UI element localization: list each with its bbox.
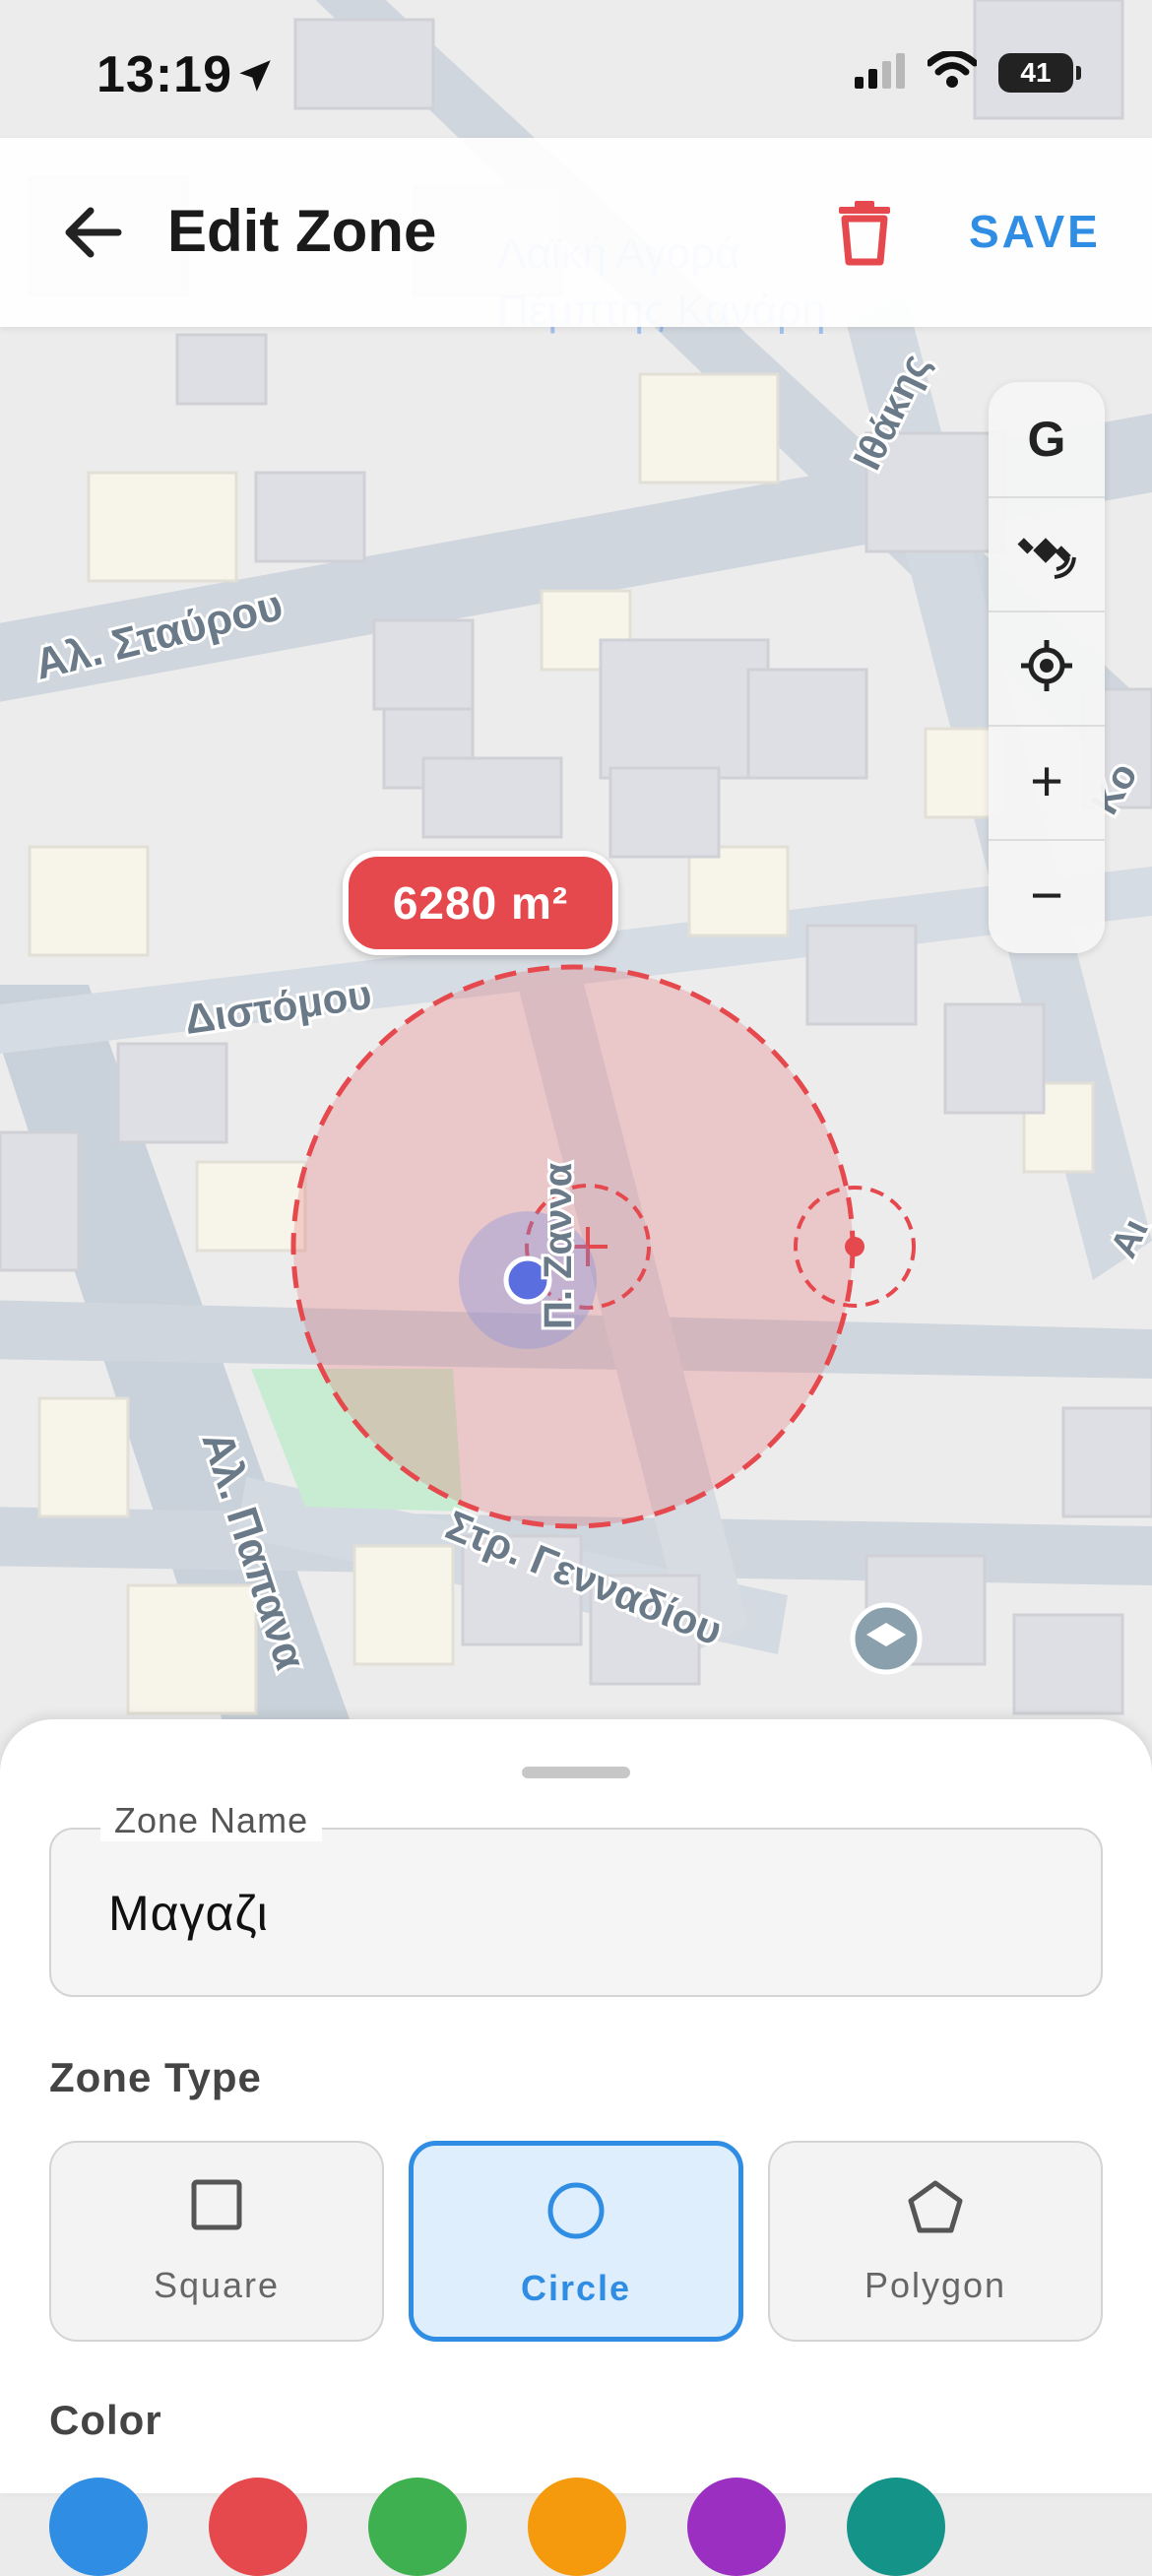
- zone-name-field[interactable]: Zone Name Μαγαζι: [49, 1800, 1103, 1997]
- cellular-icon: [855, 51, 906, 94]
- minus-icon: −: [1030, 864, 1063, 928]
- google-g-label: G: [1027, 412, 1066, 467]
- zoom-in-button[interactable]: +: [989, 725, 1105, 839]
- square-icon: [190, 2178, 243, 2236]
- zone-type-square-label: Square: [153, 2265, 281, 2305]
- circle-icon: [546, 2181, 606, 2245]
- wifi-icon: [926, 49, 979, 94]
- status-time: 13:19: [96, 46, 232, 103]
- color-label: Color: [49, 2397, 162, 2443]
- color-swatch-purple[interactable]: [687, 2478, 786, 2576]
- color-swatch-orange[interactable]: [528, 2478, 626, 2576]
- sheet-drag-handle[interactable]: [522, 1767, 630, 1778]
- color-swatch-blue[interactable]: [49, 2478, 148, 2576]
- trash-icon[interactable]: [833, 199, 896, 266]
- save-button[interactable]: SAVE: [969, 205, 1101, 258]
- color-swatch-red[interactable]: [209, 2478, 307, 2576]
- back-arrow-icon[interactable]: [57, 201, 136, 264]
- status-bar: 13:19 41: [0, 0, 1152, 138]
- color-swatch-green[interactable]: [368, 2478, 467, 2576]
- app-bar: Edit Zone SAVE: [0, 138, 1152, 327]
- status-indicators: 41: [855, 49, 1081, 94]
- locate-button[interactable]: [989, 611, 1105, 725]
- zone-editor-sheet: Zone Name Μαγαζι Zone Type Square Circle…: [0, 1719, 1152, 2576]
- location-arrow-icon: [234, 55, 276, 101]
- plus-icon: +: [1030, 749, 1063, 813]
- map-controls: G + −: [989, 382, 1105, 953]
- satellite-icon: [1017, 522, 1076, 586]
- zone-type-polygon[interactable]: Polygon: [768, 2141, 1103, 2342]
- zone-type-circle-label: Circle: [520, 2268, 632, 2308]
- google-maps-button[interactable]: G: [989, 382, 1105, 496]
- color-swatch-teal[interactable]: [847, 2478, 945, 2576]
- pentagon-icon: [906, 2178, 965, 2242]
- zone-type-label: Zone Type: [49, 2054, 262, 2100]
- battery-icon: 41: [998, 52, 1081, 93]
- zoom-out-button[interactable]: −: [989, 839, 1105, 953]
- zone-type-circle[interactable]: Circle: [409, 2141, 743, 2342]
- svg-text:Π. Ζαννα: Π. Ζαννα: [537, 1162, 580, 1329]
- zone-name-label: Zone Name: [100, 1800, 323, 1841]
- zone-type-polygon-label: Polygon: [864, 2265, 1007, 2305]
- zone-area-badge: 6280 m²: [343, 851, 618, 955]
- locate-icon: [1019, 638, 1074, 698]
- page-title: Edit Zone: [167, 198, 437, 264]
- zone-type-square[interactable]: Square: [49, 2141, 384, 2342]
- zone-name-input[interactable]: Μαγαζι: [108, 1885, 269, 1942]
- satellite-button[interactable]: [989, 496, 1105, 611]
